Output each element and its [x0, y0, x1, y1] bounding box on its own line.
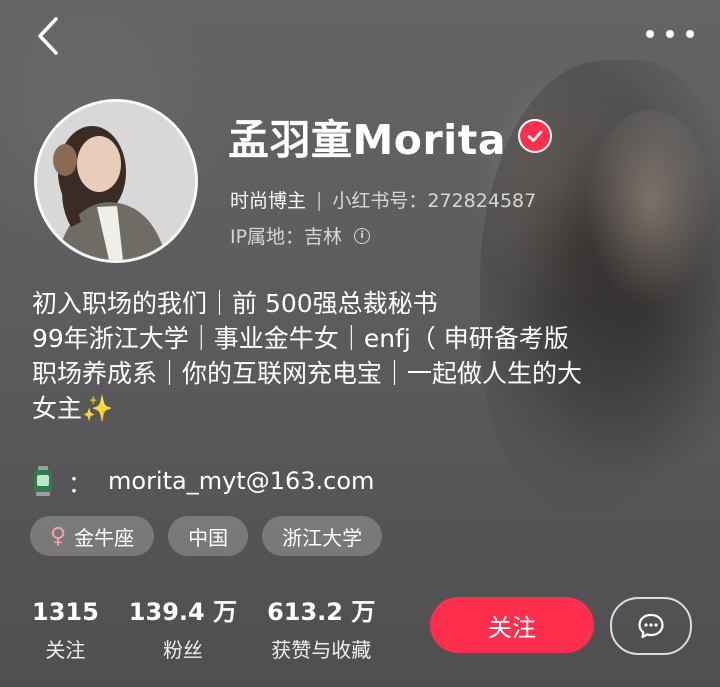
tag-label: 中国	[188, 525, 229, 550]
stat-label: 获赞与收藏	[271, 638, 372, 662]
follow-button[interactable]: 关注	[430, 597, 594, 653]
info-icon[interactable]: i	[354, 227, 371, 244]
ip-location-line: IP属地：吉林 i	[230, 222, 371, 249]
stat-following[interactable]: 1315 关注	[32, 596, 99, 663]
stat-followers[interactable]: 139.4 万 粉丝	[129, 596, 237, 663]
profile-category: 时尚博主	[230, 190, 307, 212]
more-dots-icon	[666, 30, 674, 38]
female-icon: ♀	[50, 523, 67, 549]
stat-value: 1315	[32, 598, 99, 626]
chat-bubble-icon	[638, 613, 664, 639]
back-button[interactable]	[28, 14, 68, 58]
avatar-photo	[37, 102, 195, 260]
avatar[interactable]	[34, 99, 198, 263]
verified-check-icon	[518, 119, 553, 153]
more-dots-icon	[686, 30, 694, 38]
chevron-left-icon	[38, 17, 58, 55]
bio-line: 女主✨	[32, 394, 114, 423]
stat-label: 关注	[45, 638, 86, 662]
email-colon: ：	[68, 469, 92, 498]
stat-label: 粉丝	[162, 638, 203, 662]
profile-tags: ♀ 金牛座 中国 浙江大学	[30, 516, 383, 556]
email-row: ： morita_myt@163.com	[32, 464, 374, 498]
more-dots-icon	[646, 30, 654, 38]
tag-label: 浙江大学	[282, 525, 363, 550]
redbook-id[interactable]: 小红书号：272824587	[332, 186, 536, 213]
stat-likes-collects[interactable]: 613.2 万 获赞与收藏	[267, 596, 375, 663]
tag-label: 金牛座	[74, 525, 135, 550]
profile-name: 孟羽童Morita	[228, 116, 507, 164]
message-button[interactable]	[610, 597, 692, 655]
stat-value: 613.2 万	[267, 598, 376, 626]
meta-divider: |	[316, 188, 323, 211]
stat-value: 139.4 万	[128, 598, 238, 626]
email-address[interactable]: morita_myt@163.com	[108, 467, 374, 495]
background-photo-face	[585, 110, 715, 310]
tag-zodiac[interactable]: ♀ 金牛座	[30, 516, 155, 556]
profile-bio: 初入职场的我们｜前 500强总裁秘书 99年浙江大学｜事业金牛女｜enfj（ 申…	[32, 286, 702, 426]
lantern-icon	[34, 466, 52, 496]
bio-line: 初入职场的我们｜前 500强总裁秘书	[32, 289, 438, 318]
more-options-button[interactable]	[646, 22, 694, 46]
profile-meta-line: 时尚博主 | 小红书号：272824587	[230, 186, 536, 213]
bio-line: 职场养成系｜你的互联网充电宝｜一起做人生的大	[32, 359, 583, 388]
tag-country[interactable]: 中国	[168, 516, 249, 556]
profile-stats: 1315 关注 139.4 万 粉丝 613.2 万 获赞与收藏	[32, 596, 405, 663]
bio-line: 99年浙江大学｜事业金牛女｜enfj（ 申研备考版	[32, 324, 569, 353]
profile-name-row: 孟羽童Morita	[228, 108, 553, 164]
tag-school[interactable]: 浙江大学	[262, 516, 383, 556]
ip-location: IP属地：吉林	[230, 226, 343, 248]
